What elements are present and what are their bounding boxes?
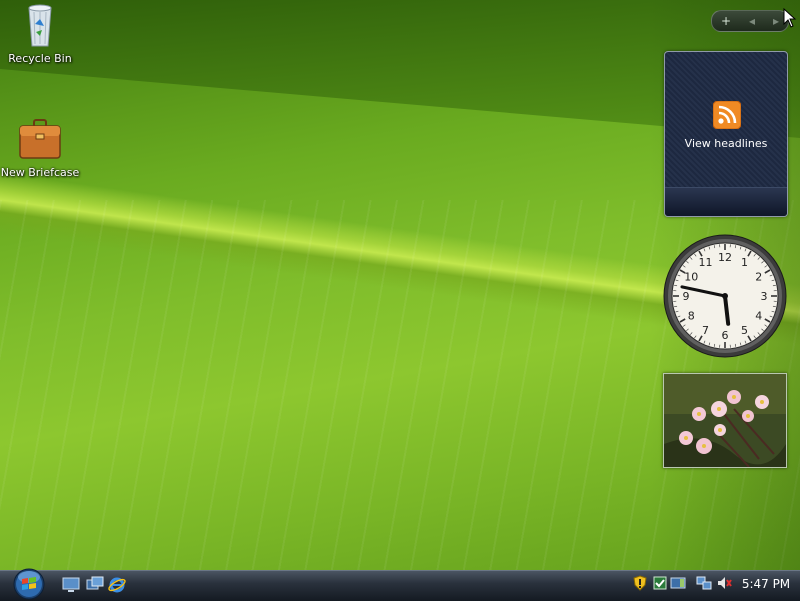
clock-number: 10 [684,271,698,284]
clock-number: 7 [702,324,709,337]
clock-center-pin [722,293,728,299]
recycle-bin-label: Recycle Bin [0,52,80,65]
rss-feed-icon [713,101,741,129]
recycle-bin-icon [16,2,64,50]
clock-number: 9 [683,290,690,303]
windows-start-orb-icon[interactable] [8,566,50,600]
security-shield-icon[interactable] [632,575,648,591]
feed-gadget-footer [665,187,787,216]
next-page-button[interactable]: ▸ [773,11,779,31]
switch-windows-icon[interactable] [86,576,104,594]
desktop-icon-recycle-bin[interactable]: Recycle Bin [0,2,80,65]
clock-gadget[interactable]: 12 12 3 45678 9 1011 [662,233,788,359]
new-briefcase-label: New Briefcase [0,166,80,179]
desktop-icon-new-briefcase[interactable]: New Briefcase [0,116,80,179]
sidebar-icon[interactable] [670,575,686,591]
clock-number: 3 [761,290,768,303]
view-headlines-link[interactable]: View headlines [665,137,787,150]
clock-number: 1 [741,256,748,269]
internet-explorer-icon[interactable] [108,576,126,594]
sidebar-toolbar: + ◂ ▸ [711,10,789,32]
clock-number: 11 [699,256,713,269]
taskbar-clock[interactable]: 5:47 PM [738,577,794,591]
previous-page-button[interactable]: ◂ [749,11,755,31]
windows-defender-icon[interactable] [652,575,668,591]
slideshow-gadget[interactable] [663,373,787,468]
clock-number: 4 [755,310,762,323]
show-desktop-icon[interactable] [62,576,80,594]
clock-number: 6 [722,329,729,342]
add-gadget-button[interactable]: + [721,11,731,31]
mouse-pointer-icon [783,8,797,28]
clock-number: 2 [755,271,762,284]
clock-number: 5 [741,324,748,337]
feed-headlines-gadget[interactable]: View headlines [664,51,788,217]
clock-number: 8 [688,310,695,323]
volume-muted-icon[interactable] [716,575,732,591]
briefcase-icon [16,116,64,164]
network-icon[interactable] [696,575,712,591]
clock-number: 12 [718,251,732,264]
